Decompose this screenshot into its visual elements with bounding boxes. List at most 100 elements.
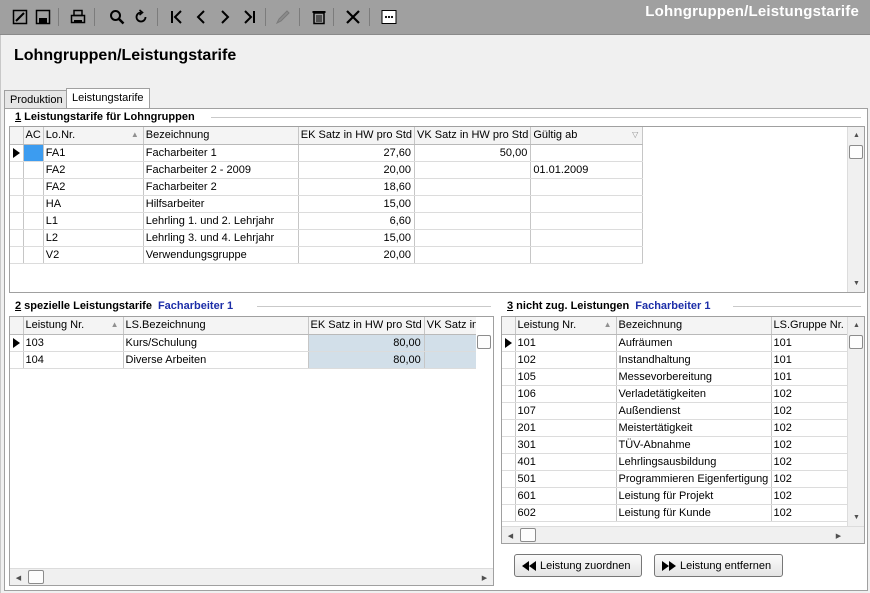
refresh-icon[interactable] — [131, 7, 151, 27]
table-row[interactable]: 301 TÜV-Abnahme 102 — [502, 436, 850, 454]
vertical-scrollbar[interactable] — [476, 317, 493, 569]
table-row[interactable]: 105 Messevorbereitung 101 — [502, 368, 850, 386]
bezeichnung-cell[interactable]: Verwendungsgruppe — [143, 246, 299, 264]
bezeichnung-cell[interactable]: Facharbeiter 2 - 2009 — [143, 161, 299, 179]
leistung-zuordnen-button[interactable]: Leistung zuordnen — [514, 554, 642, 577]
scroll-thumb[interactable] — [28, 570, 44, 584]
column-lonr[interactable]: Lo.Nr. ▲ — [43, 127, 144, 145]
bezeichnung-cell[interactable]: Messevorbereitung — [616, 368, 772, 386]
delete-icon[interactable] — [309, 7, 329, 27]
bezeichnung-cell[interactable]: Meistertätigkeit — [616, 419, 772, 437]
gruppe-cell[interactable]: 101 — [771, 351, 850, 369]
leistung-nr-cell[interactable]: 105 — [515, 368, 617, 386]
scroll-thumb[interactable] — [849, 335, 863, 349]
gruppe-cell[interactable]: 102 — [771, 487, 850, 505]
table-row[interactable]: 107 Außendienst 102 — [502, 402, 850, 420]
first-record-icon[interactable] — [167, 7, 187, 27]
ac-cell[interactable] — [23, 195, 44, 213]
pen-icon[interactable] — [273, 7, 293, 27]
ac-cell[interactable] — [23, 161, 44, 179]
column-gueltig-ab[interactable]: Gültig ab ▽ — [530, 127, 644, 145]
vk-cell[interactable] — [414, 178, 532, 196]
gruppe-cell[interactable]: 102 — [771, 470, 850, 488]
ac-cell[interactable] — [23, 246, 44, 264]
lonr-cell[interactable]: HA — [43, 195, 144, 213]
table-row[interactable]: L2 Lehrling 3. und 4. Lehrjahr 15,00 — [10, 229, 644, 247]
leistung-nr-cell[interactable]: 601 — [515, 487, 617, 505]
row-selector[interactable] — [502, 453, 516, 471]
column-ek-satz[interactable]: EK Satz in HW pro Std — [298, 127, 416, 145]
table-row[interactable]: 106 Verladetätigkeiten 102 — [502, 385, 850, 403]
ek-cell[interactable]: 80,00 — [308, 334, 425, 352]
gueltig-cell[interactable] — [530, 195, 644, 213]
leistung-nr-cell[interactable]: 104 — [23, 351, 124, 369]
search-icon[interactable] — [107, 7, 127, 27]
row-selector[interactable] — [502, 419, 516, 437]
leistung-nr-cell[interactable]: 501 — [515, 470, 617, 488]
lonr-cell[interactable]: FA1 — [43, 144, 144, 162]
bezeichnung-cell[interactable]: Leistung für Kunde — [616, 504, 772, 522]
ek-cell[interactable]: 18,60 — [298, 178, 416, 196]
row-selector[interactable] — [502, 504, 516, 522]
column-ls-gruppe-nr[interactable]: LS.Gruppe Nr. — [771, 317, 850, 335]
gueltig-cell[interactable] — [530, 212, 644, 230]
horizontal-scrollbar[interactable]: ◀ ▶ — [502, 526, 864, 543]
lonr-cell[interactable]: FA2 — [43, 161, 144, 179]
gueltig-cell[interactable]: 01.01.2009 — [530, 161, 644, 179]
vk-cell[interactable] — [414, 195, 532, 213]
scroll-thumb[interactable] — [849, 145, 863, 159]
row-selector[interactable] — [502, 385, 516, 403]
table-row[interactable]: 103 Kurs/Schulung 80,00 — [10, 334, 493, 352]
ek-cell[interactable]: 27,60 — [298, 144, 416, 162]
scroll-thumb[interactable] — [477, 335, 491, 349]
table-row[interactable]: FA2 Facharbeiter 2 18,60 — [10, 178, 644, 196]
row-selector[interactable] — [10, 246, 24, 264]
column-bezeichnung[interactable]: Bezeichnung — [143, 127, 299, 145]
ac-cell[interactable] — [23, 144, 44, 162]
vk-cell[interactable] — [414, 212, 532, 230]
gueltig-cell[interactable] — [530, 178, 644, 196]
row-selector[interactable] — [10, 351, 24, 369]
gruppe-cell[interactable]: 101 — [771, 334, 850, 352]
scroll-down-icon[interactable]: ▼ — [848, 275, 864, 292]
bezeichnung-cell[interactable]: Lehrlingsausbildung — [616, 453, 772, 471]
scroll-left-icon[interactable]: ◀ — [502, 527, 519, 543]
lonr-cell[interactable]: V2 — [43, 246, 144, 264]
ac-cell[interactable] — [23, 178, 44, 196]
bezeichnung-cell[interactable]: Außendienst — [616, 402, 772, 420]
vk-cell[interactable] — [414, 246, 532, 264]
column-vk-satz[interactable]: VK Satz in HW pro Std — [414, 127, 532, 145]
table-row[interactable]: 101 Aufräumen 101 — [502, 334, 850, 352]
previous-record-icon[interactable] — [191, 7, 211, 27]
bezeichnung-cell[interactable]: Lehrling 1. und 2. Lehrjahr — [143, 212, 299, 230]
ac-cell[interactable] — [23, 229, 44, 247]
row-selector[interactable] — [10, 161, 24, 179]
bezeichnung-cell[interactable]: Facharbeiter 2 — [143, 178, 299, 196]
bezeichnung-cell[interactable]: Lehrling 3. und 4. Lehrjahr — [143, 229, 299, 247]
ek-cell[interactable]: 15,00 — [298, 229, 416, 247]
gueltig-cell[interactable] — [530, 144, 644, 162]
table-row[interactable]: 201 Meistertätigkeit 102 — [502, 419, 850, 437]
column-ac[interactable]: AC — [23, 127, 44, 145]
scroll-down-icon[interactable]: ▼ — [848, 509, 864, 526]
row-selector[interactable] — [502, 487, 516, 505]
row-selector[interactable] — [10, 178, 24, 196]
gruppe-cell[interactable]: 102 — [771, 436, 850, 454]
ek-cell[interactable]: 15,00 — [298, 195, 416, 213]
scroll-right-icon[interactable]: ▶ — [476, 569, 493, 585]
bezeichnung-cell[interactable]: Facharbeiter 1 — [143, 144, 299, 162]
lonr-cell[interactable]: FA2 — [43, 178, 144, 196]
column-ek-satz[interactable]: EK Satz in HW pro Std — [308, 317, 425, 335]
ek-cell[interactable]: 20,00 — [298, 246, 416, 264]
bezeichnung-cell[interactable]: Kurs/Schulung — [123, 334, 309, 352]
bezeichnung-cell[interactable]: Leistung für Projekt — [616, 487, 772, 505]
horizontal-scrollbar[interactable]: ◀ ▶ — [10, 568, 493, 585]
column-leistung-nr[interactable]: Leistung Nr. ▲ — [23, 317, 124, 335]
table-row[interactable]: 602 Leistung für Kunde 102 — [502, 504, 850, 522]
bezeichnung-cell[interactable]: Diverse Arbeiten — [123, 351, 309, 369]
bezeichnung-cell[interactable]: Hilfsarbeiter — [143, 195, 299, 213]
ek-cell[interactable]: 20,00 — [298, 161, 416, 179]
table-row[interactable]: 401 Lehrlingsausbildung 102 — [502, 453, 850, 471]
row-selector[interactable] — [10, 229, 24, 247]
vertical-scrollbar[interactable]: ▲ ▼ — [847, 127, 864, 292]
